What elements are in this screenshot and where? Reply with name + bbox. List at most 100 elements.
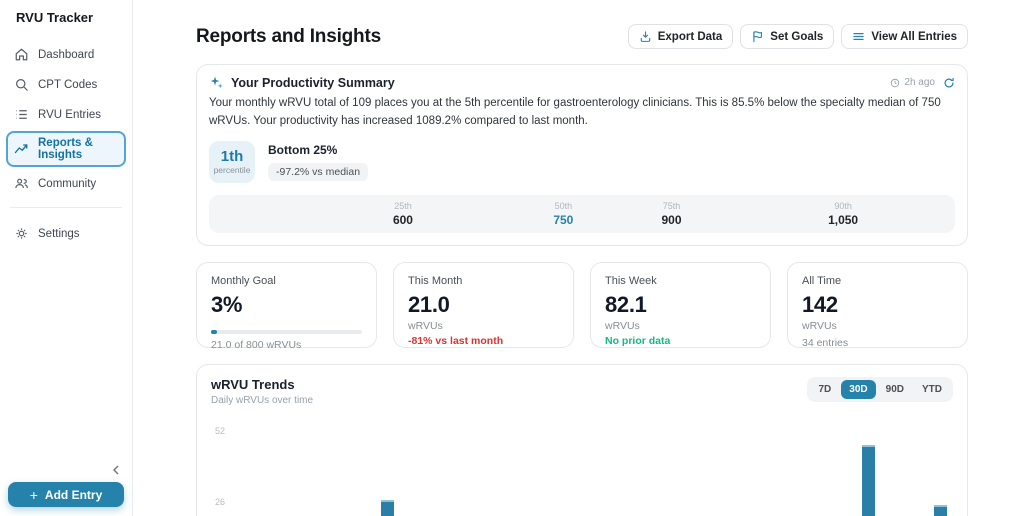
- users-icon: [15, 178, 28, 189]
- set-goals-button[interactable]: Set Goals: [740, 24, 835, 49]
- menu-lines-icon: [853, 32, 865, 41]
- sidebar-item-label: Settings: [38, 227, 80, 240]
- plus-icon: +: [29, 486, 38, 503]
- refresh-icon: [944, 77, 954, 87]
- list-icon: [16, 110, 27, 119]
- export-data-label: Export Data: [657, 30, 723, 43]
- scale-value: 750: [553, 212, 574, 227]
- sidebar-item-dashboard[interactable]: Dashboard: [6, 41, 126, 68]
- wrvu-trends-card: wRVU Trends Daily wRVUs over time 7D 30D…: [196, 363, 968, 516]
- percentile-scale: 25th 600 50th 750 75th 900 90th 1,050: [209, 194, 955, 233]
- trend-icon: [14, 143, 28, 153]
- tier-label: Bottom 25%: [268, 142, 338, 157]
- range-ytd-button[interactable]: YTD: [914, 380, 950, 399]
- page-header: Reports and Insights Export Data Set Goa…: [196, 24, 968, 49]
- goal-progress-track: [211, 329, 362, 334]
- home-icon: [15, 48, 28, 61]
- add-entry-button[interactable]: + Add Entry: [8, 482, 124, 507]
- productivity-summary-card: Your Productivity Summary 2h ago Your mo…: [196, 64, 968, 246]
- sidebar-item-label: CPT Codes: [38, 78, 98, 91]
- summary-title: Your Productivity Summary: [231, 75, 395, 90]
- summary-text: Your monthly wRVU total of 109 places yo…: [209, 97, 941, 127]
- sidebar-collapse-button[interactable]: [108, 462, 124, 478]
- stat-value: 82.1: [605, 291, 647, 317]
- trends-plot: 26 52: [215, 419, 953, 516]
- trend-bar: [862, 445, 876, 516]
- download-icon: [640, 31, 651, 42]
- range-toggle-group: 7D 30D 90D YTD: [807, 376, 953, 402]
- trends-title: wRVU Trends: [211, 376, 295, 392]
- stat-sub: 34 entries: [802, 336, 849, 349]
- sidebar-item-settings[interactable]: Settings: [6, 220, 126, 247]
- chevron-left-icon: [113, 465, 119, 475]
- stat-value: 142: [802, 291, 838, 317]
- stat-card-monthly-goal: Monthly Goal 3% 21.0 of 800 wRVUs: [196, 261, 377, 351]
- scale-pct-label: 25th: [394, 200, 412, 211]
- page-title: Reports and Insights: [196, 25, 381, 47]
- stat-label: All Time: [802, 274, 842, 287]
- scale-90th: 90th 1,050: [828, 201, 858, 227]
- stat-card-this-week: This Week 82.1 wRVUs No prior data: [590, 261, 771, 348]
- trend-bar: [380, 499, 394, 516]
- scale-value: 900: [661, 212, 682, 227]
- export-data-button[interactable]: Export Data: [627, 24, 734, 49]
- stat-unit: wRVUs: [408, 319, 443, 332]
- set-goals-label: Set Goals: [770, 30, 824, 43]
- stat-label: This Month: [408, 274, 463, 287]
- percentile-badge: 1th percentile: [209, 140, 255, 183]
- goal-progress-fill: [211, 329, 217, 334]
- scale-pct-label: 90th: [834, 200, 852, 211]
- vs-median-pill: -97.2% vs median: [268, 162, 369, 181]
- last-updated: 2h ago: [890, 77, 935, 88]
- stat-label: Monthly Goal: [211, 274, 276, 287]
- scale-50th: 50th 750: [553, 201, 573, 227]
- flag-icon: [753, 31, 763, 43]
- stat-card-this-month: This Month 21.0 wRVUs -81% vs last month: [393, 261, 574, 348]
- app-title: RVU Tracker: [16, 10, 94, 25]
- sidebar-item-label: Dashboard: [38, 48, 95, 61]
- sidebar-item-label: RVU Entries: [38, 108, 102, 121]
- sidebar-item-rvu-entries[interactable]: RVU Entries: [6, 101, 126, 128]
- scale-pct-label: 75th: [662, 200, 681, 211]
- stat-value: 3%: [211, 291, 243, 317]
- stat-card-all-time: All Time 142 wRVUs 34 entries: [787, 261, 968, 349]
- stat-value: 21.0: [408, 291, 450, 317]
- add-entry-label: Add Entry: [44, 487, 103, 502]
- percentile-value: 1th: [220, 148, 244, 166]
- stat-label: This Week: [605, 274, 657, 287]
- sidebar-item-cpt-codes[interactable]: CPT Codes: [6, 71, 126, 98]
- scale-75th: 75th 900: [662, 201, 682, 227]
- gear-icon: [16, 228, 27, 239]
- trend-bar: [934, 505, 948, 516]
- search-icon: [16, 79, 28, 91]
- scale-pct-label: 50th: [554, 200, 573, 211]
- y-axis-tick: 26: [214, 496, 225, 507]
- refresh-button[interactable]: [943, 77, 955, 89]
- sidebar-item-reports-insights[interactable]: Reports & Insights: [6, 131, 126, 167]
- stat-unit: wRVUs: [605, 319, 640, 332]
- range-7d-button[interactable]: 7D: [810, 380, 839, 399]
- scale-value: 1,050: [828, 212, 859, 227]
- y-axis-tick: 52: [214, 425, 225, 436]
- sidebar-item-label: Reports & Insights: [38, 137, 93, 161]
- sidebar-item-label: Community: [38, 177, 97, 190]
- view-all-entries-button[interactable]: View All Entries: [841, 24, 968, 49]
- range-90d-button[interactable]: 90D: [878, 380, 912, 399]
- sparkles-icon: [210, 76, 223, 89]
- scale-25th: 25th 600: [393, 201, 413, 227]
- sidebar-item-community[interactable]: Community: [6, 170, 126, 197]
- sidebar-divider: [10, 207, 122, 208]
- last-updated-text: 2h ago: [904, 77, 935, 88]
- clock-icon: [891, 78, 900, 87]
- stat-delta: No prior data: [605, 334, 671, 347]
- view-all-entries-label: View All Entries: [871, 30, 957, 43]
- trends-subtitle: Daily wRVUs over time: [211, 394, 314, 406]
- stat-delta: -81% vs last month: [408, 334, 504, 347]
- scale-value: 600: [392, 212, 413, 227]
- sidebar: RVU Tracker Dashboard CPT Codes RVU Entr…: [0, 0, 133, 516]
- main-content: Reports and Insights Export Data Set Goa…: [133, 0, 1024, 516]
- stat-sub: 21.0 of 800 wRVUs: [211, 338, 302, 351]
- range-30d-button[interactable]: 30D: [841, 379, 876, 399]
- percentile-caption: percentile: [213, 165, 251, 176]
- stat-unit: wRVUs: [802, 319, 837, 332]
